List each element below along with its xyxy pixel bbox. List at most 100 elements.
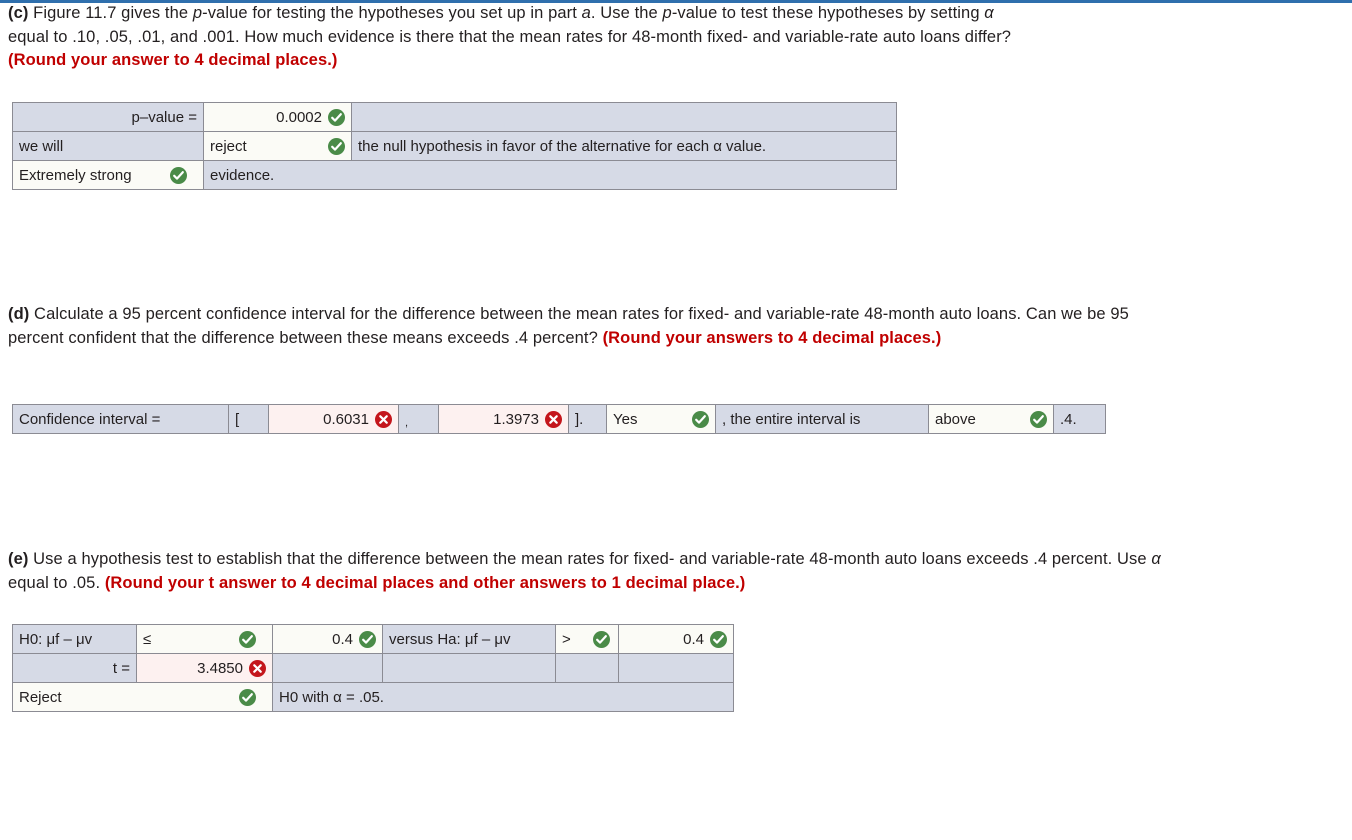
- e-h0-label-cell: H0: μf – μv: [12, 624, 137, 654]
- c-wewill-label-text: we will: [19, 137, 64, 155]
- d-mid-text: , the entire interval is: [722, 410, 861, 428]
- d-bracket-open-cell: [: [228, 404, 269, 434]
- e-t-label-cell: t =: [12, 653, 137, 683]
- question-c-alpha: α: [984, 4, 994, 22]
- e-h0-operator-answer-cell[interactable]: ≤: [136, 624, 273, 654]
- d-tail-text: .4.: [1060, 410, 1077, 428]
- d-lower-bound-value: 0.6031: [323, 410, 369, 428]
- question-c-prompt: (c) Figure 11.7 gives the p-value for te…: [8, 2, 1188, 73]
- e-row2-empty-2: [382, 653, 556, 683]
- c-wewill-label: we will: [12, 131, 204, 161]
- question-c-text-d: -value to test these hypotheses by setti…: [671, 4, 985, 22]
- question-c-part-a-ref: a: [581, 4, 591, 22]
- c-row3-trailing-text: evidence.: [210, 166, 275, 184]
- d-lower-bound-answer-cell[interactable]: 0.6031: [268, 404, 399, 434]
- question-e-alpha: α: [1151, 550, 1161, 568]
- d-tail-text-cell: .4.: [1053, 404, 1106, 434]
- e-ha-value-answer-cell[interactable]: 0.4: [618, 624, 734, 654]
- question-d-text: Calculate a 95 percent confidence interv…: [8, 305, 1129, 347]
- c-row2-trailing-text: the null hypothesis in favor of the alte…: [358, 137, 767, 155]
- check-circle-icon: [359, 630, 376, 648]
- table-row: H0: μf – μv ≤ 0.4 versus Ha: μf – μv > 0…: [12, 624, 734, 654]
- d-yesno-value: Yes: [613, 410, 638, 428]
- d-comma: ,: [405, 416, 409, 429]
- question-e-instruction: (Round your t answer to 4 decimal places…: [104, 573, 746, 592]
- answer-table-d: Confidence interval = [ 0.6031 , 1.3973 …: [12, 404, 1106, 434]
- question-c-text-c: . Use the: [590, 4, 663, 22]
- c-evidence-strength-answer-cell[interactable]: Extremely strong: [12, 160, 204, 190]
- d-upper-bound-value: 1.3973: [493, 410, 539, 428]
- table-row: t = 3.4850: [12, 653, 734, 683]
- d-ci-label-text: Confidence interval =: [19, 410, 161, 428]
- d-bracket-open: [: [235, 410, 240, 428]
- e-row2-empty-4: [618, 653, 734, 683]
- question-c-instruction: (Round your answer to 4 decimal places.): [8, 51, 338, 69]
- question-d-label: (d): [8, 305, 30, 323]
- c-decision-answer-cell[interactable]: reject: [203, 131, 352, 161]
- check-circle-icon: [239, 688, 256, 706]
- d-bracket-close: ].: [575, 410, 584, 428]
- check-circle-icon: [692, 410, 709, 428]
- e-row3-trailing-text: H0 with α = .05.: [279, 688, 384, 706]
- d-bracket-close-cell: ].: [568, 404, 607, 434]
- e-decision-answer-cell[interactable]: Reject: [12, 682, 273, 712]
- e-ha-value: 0.4: [683, 630, 704, 648]
- d-upper-bound-answer-cell[interactable]: 1.3973: [438, 404, 569, 434]
- c-pvalue-answer-cell[interactable]: 0.0002: [203, 102, 352, 132]
- d-direction-value: above: [935, 410, 976, 428]
- check-circle-icon: [239, 630, 256, 648]
- c-pvalue-value: 0.0002: [276, 108, 322, 126]
- e-ha-operator-value: >: [562, 630, 571, 648]
- e-h0-value-answer-cell[interactable]: 0.4: [272, 624, 383, 654]
- e-row2-empty-3: [555, 653, 619, 683]
- question-c-p2: p: [662, 4, 672, 22]
- c-row2-trailing-cell: the null hypothesis in favor of the alte…: [351, 131, 897, 161]
- answer-table-e: H0: μf – μv ≤ 0.4 versus Ha: μf – μv > 0…: [12, 624, 734, 712]
- x-circle-icon: [249, 659, 266, 677]
- question-c-p1: p: [192, 4, 203, 22]
- question-e-label: (e): [8, 550, 29, 568]
- e-row2-empty-1: [272, 653, 383, 683]
- e-h0-value: 0.4: [332, 630, 353, 648]
- question-e-text-a: Use a hypothesis test to establish that …: [28, 550, 1152, 568]
- d-mid-text-cell: , the entire interval is: [715, 404, 929, 434]
- question-e-text-b: equal to .05.: [8, 573, 105, 592]
- check-circle-icon: [593, 630, 610, 648]
- e-t-value-answer-cell[interactable]: 3.4850: [136, 653, 273, 683]
- e-t-value: 3.4850: [197, 659, 243, 677]
- e-h0-label-text: H0: μf – μv: [19, 630, 93, 648]
- e-ha-operator-answer-cell[interactable]: >: [555, 624, 619, 654]
- check-circle-icon: [1030, 410, 1047, 428]
- table-row: Confidence interval = [ 0.6031 , 1.3973 …: [12, 404, 1106, 434]
- x-circle-icon: [545, 410, 562, 428]
- table-row: Reject H0 with α = .05.: [12, 682, 734, 712]
- question-d-prompt: (d) Calculate a 95 percent confidence in…: [8, 303, 1168, 350]
- c-evidence-strength-value: Extremely strong: [19, 166, 132, 184]
- e-ha-label-text: versus Ha: μf – μv: [389, 630, 511, 648]
- question-e-prompt: (e) Use a hypothesis test to establish t…: [8, 548, 1168, 595]
- d-yesno-answer-cell[interactable]: Yes: [606, 404, 716, 434]
- e-ha-label-cell: versus Ha: μf – μv: [382, 624, 556, 654]
- e-t-label-text: t =: [112, 659, 130, 677]
- question-c-label: (c): [8, 4, 29, 22]
- question-d-instruction: (Round your answers to 4 decimal places.…: [602, 328, 942, 347]
- e-h0-operator-value: ≤: [143, 630, 152, 648]
- answer-table-c: p–value = 0.0002 we will reject the null…: [12, 102, 897, 190]
- question-c-text-a: Figure 11.7 gives the: [28, 4, 193, 22]
- check-circle-icon: [710, 630, 727, 648]
- table-row: p–value = 0.0002: [12, 102, 897, 132]
- d-ci-label: Confidence interval =: [12, 404, 229, 434]
- x-circle-icon: [375, 410, 392, 428]
- c-pvalue-label: p–value =: [12, 102, 204, 132]
- check-circle-icon: [328, 108, 345, 126]
- table-row: we will reject the null hypothesis in fa…: [12, 131, 897, 161]
- e-decision-value: Reject: [19, 688, 62, 706]
- c-row3-trailing-cell: evidence.: [203, 160, 897, 190]
- table-row: Extremely strong evidence.: [12, 160, 897, 190]
- c-pvalue-label-text: p–value =: [131, 108, 197, 126]
- check-circle-icon: [328, 137, 345, 155]
- d-direction-answer-cell[interactable]: above: [928, 404, 1054, 434]
- check-circle-icon: [170, 166, 187, 184]
- e-row3-trailing-cell: H0 with α = .05.: [272, 682, 734, 712]
- d-comma-cell: ,: [398, 404, 439, 434]
